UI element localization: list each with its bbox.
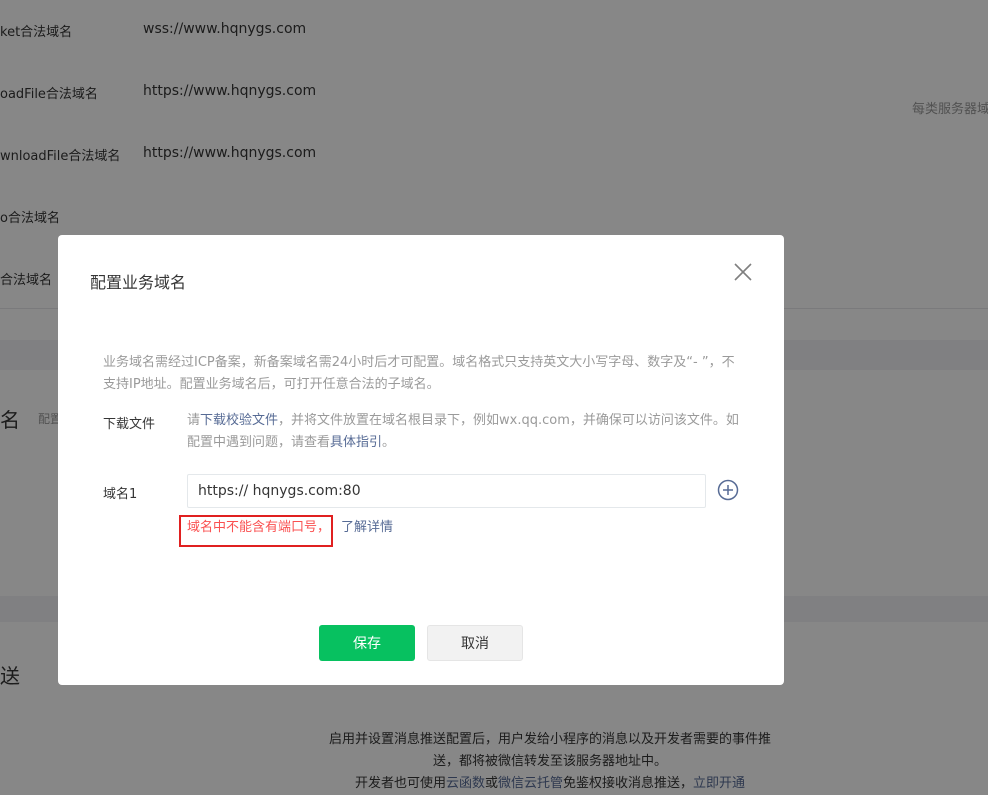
- plus-circle-icon[interactable]: [717, 479, 739, 501]
- close-icon[interactable]: [732, 261, 754, 283]
- domain-error-message: 域名中不能含有端口号，: [187, 520, 331, 535]
- download-verify-file-link[interactable]: 下载校验文件: [200, 413, 278, 428]
- download-suffix: 。: [382, 435, 396, 450]
- save-button[interactable]: 保存: [319, 625, 415, 661]
- dialog-description: 业务域名需经过ICP备案，新备案域名需24小时后才可配置。域名格式只支持英文大小…: [103, 355, 735, 392]
- download-file-label: 下载文件: [103, 417, 156, 432]
- dialog-title: 配置业务域名: [90, 273, 187, 292]
- guide-link[interactable]: 具体指引: [330, 435, 382, 450]
- learn-more-link[interactable]: 了解详情: [341, 516, 393, 535]
- download-prefix: 请: [187, 413, 201, 428]
- configure-business-domain-dialog: 配置业务域名 业务域名需经过ICP备案，新备案域名需24小时后才可配置。域名格式…: [58, 235, 784, 685]
- download-instructions: 请下载校验文件，并将文件放置在域名根目录下，例如wx.qq.com，并确保可以访…: [187, 410, 747, 454]
- domain-1-label: 域名1: [103, 487, 138, 502]
- cancel-button[interactable]: 取消: [427, 625, 523, 661]
- domain-1-input[interactable]: [187, 474, 706, 508]
